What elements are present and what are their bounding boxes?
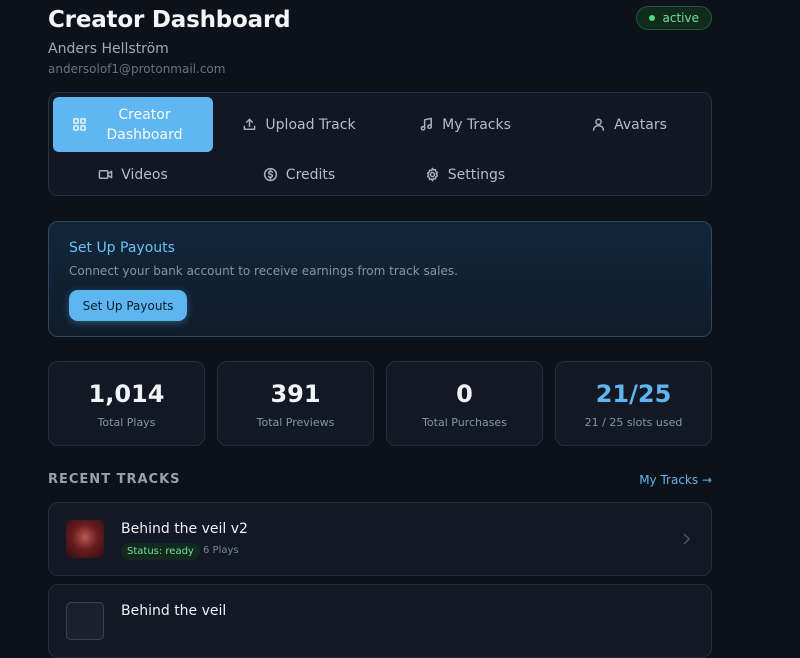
page-header: Creator Dashboard Anders Hellström ander… bbox=[48, 0, 712, 88]
nav-item-label: My Tracks bbox=[442, 116, 511, 133]
nav-item-videos[interactable]: Videos bbox=[53, 147, 213, 202]
nav-item-settings[interactable]: Settings bbox=[385, 147, 545, 202]
grid-icon bbox=[72, 118, 86, 131]
stat-value: 0 bbox=[456, 380, 473, 408]
stat-value: 391 bbox=[270, 380, 321, 408]
track-row[interactable]: Behind the veil bbox=[48, 584, 712, 658]
stat-label: 21 / 25 slots used bbox=[584, 416, 683, 429]
track-title: Behind the veil v2 bbox=[121, 521, 248, 537]
recent-tracks-heading: RECENT TRACKS bbox=[48, 472, 181, 487]
nav-item-upload-track[interactable]: Upload Track bbox=[219, 97, 379, 152]
stat-value: 21/25 bbox=[595, 380, 672, 408]
status-dot-icon bbox=[648, 15, 655, 21]
track-status-badge: Status: ready bbox=[121, 543, 200, 560]
stat-card-slots-used: 21/25 21 / 25 slots used bbox=[555, 361, 712, 446]
track-row[interactable]: Behind the veil v2 Status: ready 6 Plays bbox=[48, 502, 712, 576]
dashboard-nav: Creator Dashboard Upload Track My Tracks… bbox=[48, 92, 712, 196]
nav-item-label: Credits bbox=[285, 166, 336, 183]
user-icon bbox=[593, 118, 605, 131]
track-title: Behind the veil bbox=[121, 603, 227, 619]
my-tracks-link[interactable]: My Tracks → bbox=[639, 473, 712, 487]
nav-item-my-tracks[interactable]: My Tracks bbox=[385, 97, 545, 152]
track-plays: 6 Plays bbox=[203, 545, 239, 556]
video-icon bbox=[98, 170, 113, 179]
dashboard: Creator Dashboard Anders Hellström ander… bbox=[48, 0, 712, 658]
nav-item-label: Videos bbox=[121, 166, 168, 183]
status-badge-label: active bbox=[662, 11, 699, 25]
stat-card-total-purchases: 0 Total Purchases bbox=[386, 361, 543, 446]
nav-item-label: Avatars bbox=[614, 116, 667, 133]
chevron-right-icon bbox=[681, 531, 691, 545]
stat-card-total-previews: 391 Total Previews bbox=[217, 361, 374, 446]
payouts-description: Connect your bank account to receive ear… bbox=[69, 264, 458, 278]
stat-label: Total Purchases bbox=[422, 416, 507, 429]
payouts-card: Set Up Payouts Connect your bank account… bbox=[48, 221, 712, 337]
stat-value: 1,014 bbox=[88, 380, 165, 408]
nav-item-label: Upload Track bbox=[265, 116, 356, 133]
nav-item-creator-dashboard[interactable]: Creator Dashboard bbox=[53, 97, 213, 152]
track-thumbnail bbox=[66, 520, 104, 558]
nav-item-credits[interactable]: Credits bbox=[219, 147, 379, 202]
user-email: andersolof1@protonmail.com bbox=[48, 62, 226, 76]
status-badge: active bbox=[635, 6, 712, 30]
stat-card-total-plays: 1,014 Total Plays bbox=[48, 361, 205, 446]
gear-icon bbox=[426, 167, 438, 182]
upload-icon bbox=[244, 118, 256, 130]
track-thumbnail bbox=[66, 602, 104, 640]
dollar-circle-icon bbox=[263, 167, 277, 182]
music-note-icon bbox=[420, 117, 433, 131]
nav-item-label: Settings bbox=[447, 166, 506, 183]
page-title: Creator Dashboard bbox=[48, 7, 291, 33]
nav-item-avatars[interactable]: Avatars bbox=[549, 97, 709, 152]
set-up-payouts-button[interactable]: Set Up Payouts bbox=[69, 290, 187, 321]
stat-label: Total Plays bbox=[97, 416, 156, 429]
stat-label: Total Previews bbox=[256, 416, 335, 429]
nav-item-label: Creator Dashboard bbox=[106, 106, 183, 143]
payouts-title: Set Up Payouts bbox=[69, 240, 175, 256]
user-name: Anders Hellström bbox=[48, 41, 169, 57]
